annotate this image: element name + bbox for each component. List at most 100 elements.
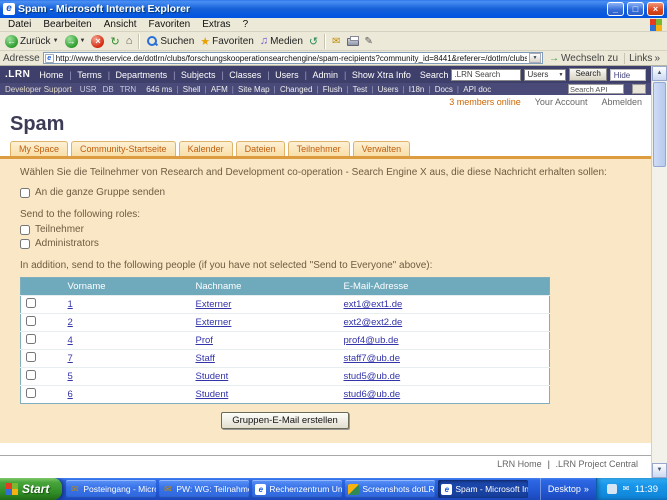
search-button[interactable]: Suchen [144,33,196,50]
recipient-nachname-link[interactable]: Externer [196,317,232,328]
devbar-afm[interactable]: AFM [203,85,230,94]
task-screenshots[interactable]: Screenshots dotLRN... [345,480,435,498]
tab-community-startseite[interactable]: Community-Startseite [71,141,176,156]
your-account-link[interactable]: Your Account [535,97,588,107]
recipient-checkbox[interactable] [26,316,36,326]
address-input[interactable]: e http://www.theservice.de/dotlrn/clubs/… [43,52,543,64]
recipient-checkbox[interactable] [26,370,36,380]
devbar-test[interactable]: Test [344,85,369,94]
recipient-vorname-link[interactable]: 2 [68,317,73,328]
nav-subjects[interactable]: Subjects [170,70,218,80]
go-button[interactable]: → Wechseln zu [546,53,621,64]
send-all-checkbox[interactable] [20,188,30,198]
history-button[interactable]: ↺ [307,33,320,50]
menu-favoriten[interactable]: Favoriten [143,19,197,30]
media-button[interactable]: ♫ Medien [258,33,305,50]
devbar-changed[interactable]: Changed [272,85,315,94]
recipient-vorname-link[interactable]: 1 [68,299,73,310]
devbar-shell[interactable]: Shell [174,85,202,94]
create-group-email-button[interactable]: Gruppen-E-Mail erstellen [221,412,349,429]
minimize-button[interactable]: _ [607,2,624,16]
devbar-db-toggle[interactable]: DB [103,85,114,94]
recipient-email-link[interactable]: prof4@ub.de [344,335,399,346]
task-posteingang[interactable]: ✉ Posteingang - Micros... [66,480,156,498]
recipient-vorname-link[interactable]: 4 [68,335,73,346]
stop-button[interactable]: × [89,33,106,50]
devbar-docs[interactable]: Docs [426,85,455,94]
search-api-input[interactable] [568,84,624,94]
devbar-timing[interactable]: 646 ms [144,85,174,94]
print-button[interactable] [345,33,361,50]
nav-classes[interactable]: Classes [218,70,264,80]
mail-button[interactable]: ✉ [330,33,342,50]
hide-me-button[interactable]: Hide me [610,69,646,81]
refresh-button[interactable]: ↻ [108,33,121,50]
lrn-search-scope-select[interactable]: Users ▼ [524,69,566,81]
tab-verwalten[interactable]: Verwalten [353,141,411,156]
tray-icon[interactable] [607,484,617,494]
lrn-search-button[interactable]: Search [569,68,606,81]
recipient-nachname-link[interactable]: Externer [196,299,232,310]
recipient-checkbox[interactable] [26,352,36,362]
menu-datei[interactable]: Datei [2,19,37,30]
nav-users[interactable]: Users [264,70,301,80]
menu-hilfe[interactable]: ? [237,19,255,30]
recipient-checkbox[interactable] [26,388,36,398]
back-dropdown-icon[interactable]: ▼ [53,38,59,44]
desktop-toolbar[interactable]: Desktop » [540,478,596,500]
task-rechenzentrum[interactable]: e Rechenzentrum Uni K... [252,480,342,498]
recipient-email-link[interactable]: stud5@ub.de [344,371,401,382]
menu-bearbeiten[interactable]: Bearbeiten [37,19,97,30]
lrn-project-central-link[interactable]: .LRN Project Central [545,459,641,469]
recipient-email-link[interactable]: stud6@ub.de [344,389,401,400]
recipient-vorname-link[interactable]: 7 [68,353,73,364]
tab-dateien[interactable]: Dateien [236,141,285,156]
recipient-email-link[interactable]: staff7@ub.de [344,353,400,364]
forward-button[interactable]: → ▼ [63,33,88,50]
recipient-vorname-link[interactable]: 6 [68,389,73,400]
nav-terms[interactable]: Terms [66,70,104,80]
devbar-trn-toggle[interactable]: TRN [120,85,136,94]
links-toolbar[interactable]: Links » [624,53,664,64]
devbar-i18n[interactable]: I18n [400,85,426,94]
scrollbar-thumb[interactable] [653,82,666,167]
logout-link[interactable]: Abmelden [601,97,642,107]
nav-show-xtra-info[interactable]: Show Xtra Info [341,70,414,80]
devbar-usr-toggle[interactable]: USR [80,85,97,94]
nav-admin[interactable]: Admin [302,70,341,80]
scroll-down-icon[interactable]: ▼ [652,463,667,478]
recipient-nachname-link[interactable]: Staff [196,353,215,364]
devbar-users[interactable]: Users [369,85,400,94]
search-api-go-button[interactable] [632,84,646,94]
recipient-checkbox[interactable] [26,334,36,344]
recipient-nachname-link[interactable]: Prof [196,335,213,346]
tab-teilnehmer[interactable]: Teilnehmer [288,141,350,156]
role-administrators-checkbox[interactable] [20,239,30,249]
menu-ansicht[interactable]: Ansicht [98,19,143,30]
task-spam-active[interactable]: e Spam - Microsoft Inte... [438,480,528,498]
lrn-search-input[interactable] [451,69,521,81]
maximize-button[interactable]: □ [627,2,644,16]
favorites-button[interactable]: ★ Favoriten [198,33,256,50]
recipient-nachname-link[interactable]: Student [196,389,229,400]
recipient-nachname-link[interactable]: Student [196,371,229,382]
devbar-flush[interactable]: Flush [314,85,344,94]
back-button[interactable]: ← Zurück ▼ [3,33,61,50]
close-button[interactable]: × [647,2,664,16]
tray-mail-icon[interactable]: ✉ [621,484,631,494]
nav-departments[interactable]: Departments [105,70,170,80]
recipient-checkbox[interactable] [26,298,36,308]
vertical-scrollbar[interactable]: ▲ ▼ [651,66,667,478]
nav-home[interactable]: Home [36,70,66,80]
role-teilnehmer-checkbox[interactable] [20,225,30,235]
lrn-home-link[interactable]: LRN Home [494,459,545,469]
tab-kalender[interactable]: Kalender [179,141,233,156]
forward-dropdown-icon[interactable]: ▼ [80,38,86,44]
task-pw-wg-teilnahme[interactable]: ✉ PW: WG: Teilnahme v... [159,480,249,498]
recipient-vorname-link[interactable]: 5 [68,371,73,382]
tab-my-space[interactable]: My Space [10,141,68,156]
scroll-up-icon[interactable]: ▲ [652,66,667,81]
edit-button[interactable]: ✎ [363,33,375,50]
menu-extras[interactable]: Extras [196,19,236,30]
devbar-site-map[interactable]: Site Map [230,85,272,94]
